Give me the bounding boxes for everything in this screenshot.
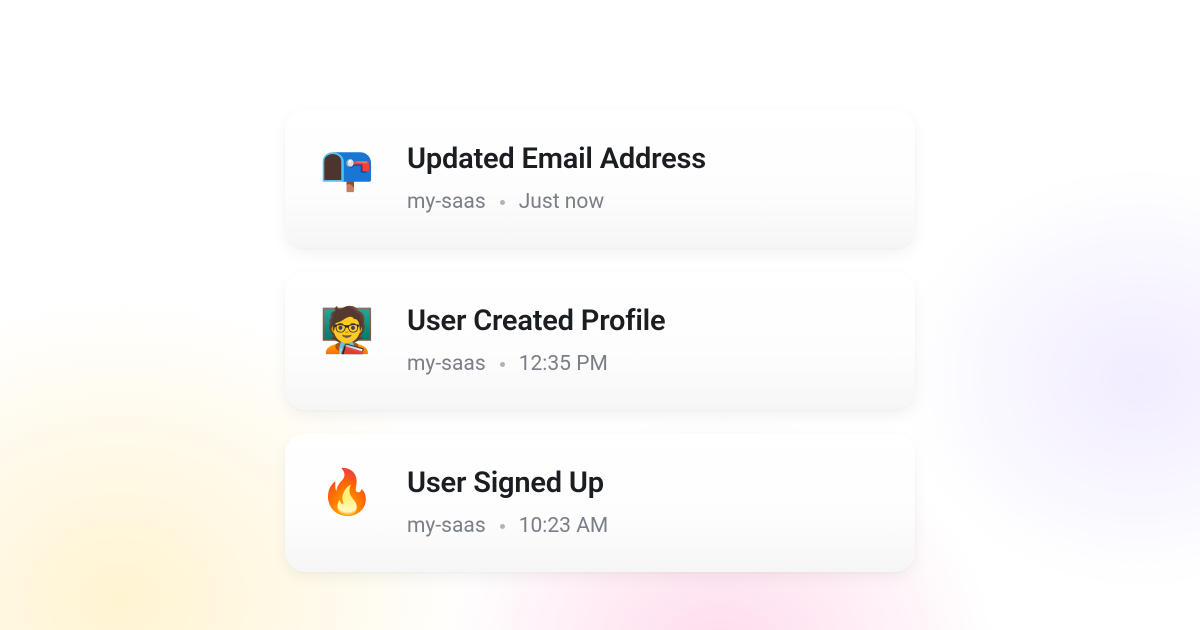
event-title: User Signed Up	[407, 466, 879, 500]
teacher-icon: 🧑‍🏫	[321, 308, 373, 352]
event-time: 10:23 AM	[519, 514, 609, 538]
event-title: User Created Profile	[407, 304, 879, 338]
event-title: Updated Email Address	[407, 142, 879, 176]
separator-dot	[500, 200, 505, 205]
separator-dot	[500, 524, 505, 529]
event-feed: 📭 Updated Email Address my-saas Just now…	[285, 110, 915, 572]
event-project: my-saas	[407, 352, 486, 376]
event-meta: my-saas 12:35 PM	[407, 352, 879, 376]
mailbox-icon: 📭	[321, 146, 373, 190]
separator-dot	[500, 362, 505, 367]
event-meta: my-saas Just now	[407, 190, 879, 214]
event-project: my-saas	[407, 514, 486, 538]
fire-icon: 🔥	[321, 470, 373, 514]
event-card[interactable]: 🧑‍🏫 User Created Profile my-saas 12:35 P…	[285, 272, 915, 410]
event-content: User Created Profile my-saas 12:35 PM	[407, 304, 879, 376]
event-content: User Signed Up my-saas 10:23 AM	[407, 466, 879, 538]
event-meta: my-saas 10:23 AM	[407, 514, 879, 538]
event-content: Updated Email Address my-saas Just now	[407, 142, 879, 214]
event-time: Just now	[519, 190, 604, 214]
event-project: my-saas	[407, 190, 486, 214]
event-card[interactable]: 🔥 User Signed Up my-saas 10:23 AM	[285, 434, 915, 572]
event-card[interactable]: 📭 Updated Email Address my-saas Just now	[285, 110, 915, 248]
event-time: 12:35 PM	[519, 352, 608, 376]
